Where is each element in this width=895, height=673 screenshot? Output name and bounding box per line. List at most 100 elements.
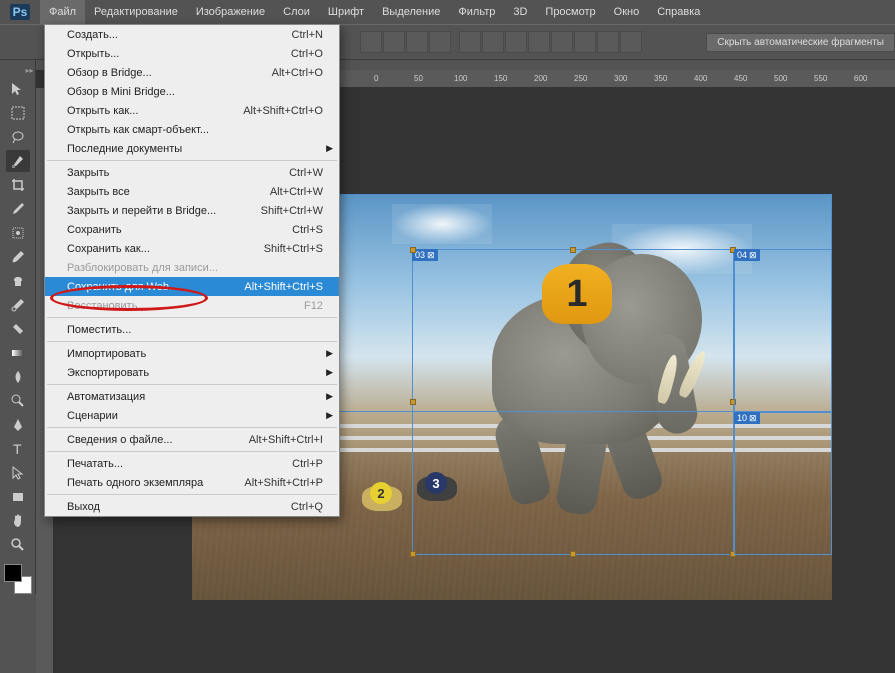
menu-separator — [47, 160, 337, 161]
menu-select[interactable]: Выделение — [373, 0, 449, 24]
marquee-tool[interactable] — [6, 102, 30, 124]
menu-item-shortcut: F12 — [304, 300, 323, 312]
menu-item-label: Сведения о файле... — [67, 434, 173, 446]
hand-tool[interactable] — [6, 510, 30, 532]
menu-item-label: Импортировать — [67, 348, 146, 360]
type-tool[interactable]: T — [6, 438, 30, 460]
menu-edit[interactable]: Редактирование — [85, 0, 187, 24]
menu-item-поместить[interactable]: Поместить... — [45, 320, 339, 339]
menu-item-обзор-в-bridge[interactable]: Обзор в Bridge...Alt+Ctrl+O — [45, 63, 339, 82]
eyedropper-tool[interactable] — [6, 198, 30, 220]
clone-stamp-tool[interactable] — [6, 270, 30, 292]
menu-item-закрыть[interactable]: ЗакрытьCtrl+W — [45, 163, 339, 182]
hide-auto-slices-button[interactable]: Скрыть автоматические фрагменты — [706, 33, 895, 52]
menu-item-импортировать[interactable]: Импортировать ▶ — [45, 344, 339, 363]
spot-heal-tool[interactable] — [6, 222, 30, 244]
slice-region-bottom[interactable]: 10 ⊠ — [734, 412, 832, 555]
menu-item-label: Последние документы — [67, 143, 182, 155]
menu-item-печать-одного-экземпляра[interactable]: Печать одного экземпляра Alt+Shift+Ctrl+P — [45, 473, 339, 492]
menu-item-shortcut: Ctrl+S — [292, 224, 323, 236]
menu-separator — [47, 341, 337, 342]
submenu-arrow-icon: ▶ — [326, 348, 333, 359]
menu-item-shortcut: Alt+Ctrl+W — [270, 186, 323, 198]
menu-item-автоматизация[interactable]: Автоматизация▶ — [45, 387, 339, 406]
menu-separator — [47, 494, 337, 495]
submenu-arrow-icon: ▶ — [326, 367, 333, 378]
menu-item-закрыть-и-перейти-в-bridge[interactable]: Закрыть и перейти в Bridge...Shift+Ctrl+… — [45, 201, 339, 220]
lasso-tool[interactable] — [6, 126, 30, 148]
menu-filter[interactable]: Фильтр — [449, 0, 504, 24]
menu-image[interactable]: Изображение — [187, 0, 274, 24]
rectangle-tool[interactable] — [6, 486, 30, 508]
distribute-icon[interactable] — [551, 31, 573, 53]
slice-label: 04 ⊠ — [734, 249, 760, 261]
menu-layers[interactable]: Слои — [274, 0, 319, 24]
slice-region-right[interactable]: 04 ⊠ — [734, 249, 832, 412]
menu-item-label: Сценарии — [67, 410, 118, 422]
move-tool[interactable] — [6, 78, 30, 100]
blur-tool[interactable] — [6, 366, 30, 388]
menu-item-label: Автоматизация — [67, 391, 145, 403]
menu-view[interactable]: Просмотр — [536, 0, 604, 24]
menu-item-сведения-о-файле[interactable]: Сведения о файле...Alt+Shift+Ctrl+I — [45, 430, 339, 449]
menu-item-сценарии[interactable]: Сценарии▶ — [45, 406, 339, 425]
toolbar-collapse-icon[interactable]: ▸▸ — [0, 66, 36, 76]
align-group — [360, 31, 451, 53]
menu-file[interactable]: Файл — [40, 0, 85, 24]
menu-item-label: Создать... — [67, 29, 118, 41]
menu-item-shortcut: Shift+Ctrl+W — [261, 205, 323, 217]
menu-item-сохранить-как[interactable]: Сохранить как...Shift+Ctrl+S — [45, 239, 339, 258]
align-icon[interactable] — [429, 31, 451, 53]
foreground-color-swatch[interactable] — [4, 564, 22, 582]
menu-item-label: Поместить... — [67, 324, 131, 336]
distribute-icon[interactable] — [620, 31, 642, 53]
distribute-icon[interactable] — [505, 31, 527, 53]
menu-item-создать[interactable]: Создать...Ctrl+N — [45, 25, 339, 44]
menu-item-открыть-как-смарт-объект[interactable]: Открыть как смарт-объект... — [45, 120, 339, 139]
menu-item-последние-документы[interactable]: Последние документы ▶ — [45, 139, 339, 158]
brush-tool[interactable] — [6, 246, 30, 268]
zoom-tool[interactable] — [6, 534, 30, 556]
menu-item-печатать[interactable]: Печатать...Ctrl+P — [45, 454, 339, 473]
menu-item-shortcut: Alt+Shift+Ctrl+O — [243, 105, 323, 117]
menu-item-label: Печать одного экземпляра — [67, 477, 203, 489]
menu-type[interactable]: Шрифт — [319, 0, 373, 24]
distribute-icon[interactable] — [597, 31, 619, 53]
menu-item-label: Открыть... — [67, 48, 119, 60]
menu-item-label: Разблокировать для записи... — [67, 262, 218, 274]
pen-tool[interactable] — [6, 414, 30, 436]
align-icon[interactable] — [406, 31, 428, 53]
menu-item-закрыть-все[interactable]: Закрыть всеAlt+Ctrl+W — [45, 182, 339, 201]
menu-item-сохранить[interactable]: СохранитьCtrl+S — [45, 220, 339, 239]
menu-item-экспортировать[interactable]: Экспортировать▶ — [45, 363, 339, 382]
menu-window[interactable]: Окно — [605, 0, 649, 24]
menu-help[interactable]: Справка — [648, 0, 709, 24]
menu-item-обзор-в-mini-bridge[interactable]: Обзор в Mini Bridge... — [45, 82, 339, 101]
distribute-icon[interactable] — [528, 31, 550, 53]
menu-item-shortcut: Ctrl+Q — [291, 501, 323, 513]
menu-item-выход[interactable]: ВыходCtrl+Q — [45, 497, 339, 516]
history-brush-tool[interactable] — [6, 294, 30, 316]
menu-item-label: Обзор в Mini Bridge... — [67, 86, 175, 98]
distribute-icon[interactable] — [459, 31, 481, 53]
slice-tool[interactable] — [6, 150, 30, 172]
color-swatches[interactable] — [4, 564, 32, 594]
path-select-tool[interactable] — [6, 462, 30, 484]
menu-3d[interactable]: 3D — [504, 0, 536, 24]
eraser-tool[interactable] — [6, 318, 30, 340]
slice-region-main[interactable]: 03 ⊠ — [412, 249, 734, 555]
dodge-tool[interactable] — [6, 390, 30, 412]
submenu-arrow-icon: ▶ — [326, 143, 333, 154]
menu-item-shortcut: Alt+Ctrl+O — [272, 67, 323, 79]
align-icon[interactable] — [383, 31, 405, 53]
gradient-tool[interactable] — [6, 342, 30, 364]
menu-item-сохранить-для-web[interactable]: Сохранить для Web...Alt+Shift+Ctrl+S — [45, 277, 339, 296]
slice-label: 10 ⊠ — [734, 412, 760, 424]
menu-item-открыть-как[interactable]: Открыть как...Alt+Shift+Ctrl+O — [45, 101, 339, 120]
align-icon[interactable] — [360, 31, 382, 53]
distribute-icon[interactable] — [482, 31, 504, 53]
crop-tool[interactable] — [6, 174, 30, 196]
menu-item-открыть[interactable]: Открыть...Ctrl+O — [45, 44, 339, 63]
distribute-icon[interactable] — [574, 31, 596, 53]
menu-item-shortcut: Alt+Shift+Ctrl+P — [244, 477, 323, 489]
